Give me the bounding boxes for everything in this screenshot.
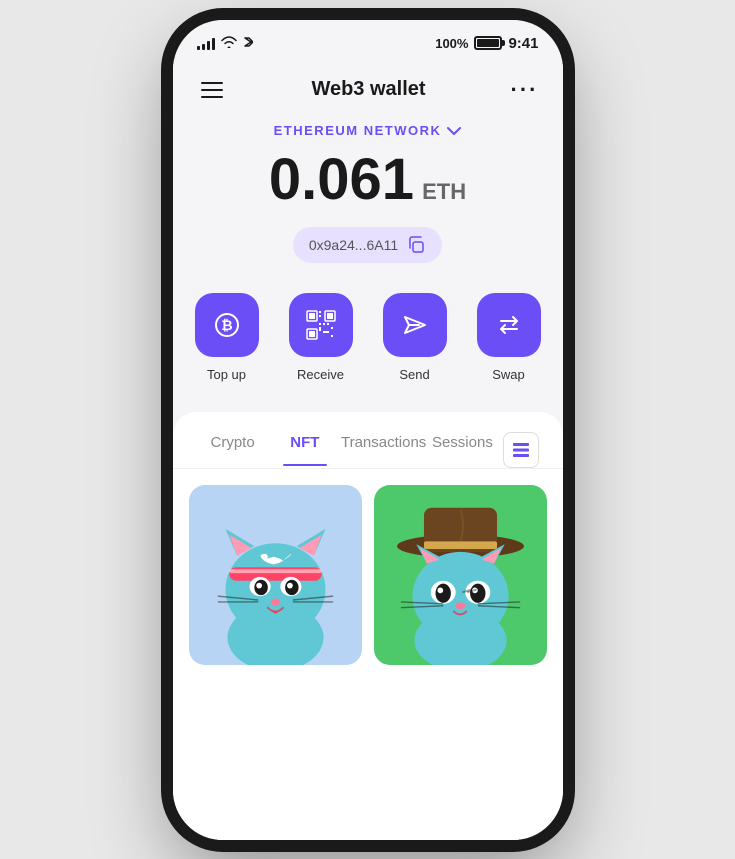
wifi-icon — [221, 36, 237, 51]
tab-transactions[interactable]: Transactions — [341, 434, 426, 465]
status-bar: 100% 9:41 — [173, 20, 563, 61]
battery-icon — [474, 36, 502, 50]
nft-cat-1-image — [189, 485, 362, 665]
bottom-panel: Crypto NFT Transactions Sessions — [173, 412, 563, 840]
more-button[interactable]: ··· — [511, 77, 539, 103]
wallet-address-text: 0x9a24...6A11 — [309, 237, 398, 253]
chevron-down-icon — [447, 123, 461, 139]
tab-bar: Crypto NFT Transactions Sessions — [173, 412, 563, 469]
list-icon — [512, 441, 530, 459]
wallet-address-button[interactable]: 0x9a24...6A11 — [293, 227, 442, 263]
list-view-button[interactable] — [503, 432, 539, 468]
svg-text:₿: ₿ — [221, 317, 232, 333]
topup-label: Top up — [207, 367, 246, 382]
receive-label: Receive — [297, 367, 344, 382]
status-right: 100% 9:41 — [435, 35, 538, 52]
receive-icon — [289, 293, 353, 357]
receive-button[interactable]: Receive — [289, 293, 353, 382]
nft-cat-2-image — [374, 485, 547, 665]
bluetooth-icon — [243, 34, 253, 53]
swap-button[interactable]: Swap — [477, 293, 541, 382]
send-button[interactable]: Send — [383, 293, 447, 382]
signal-icon — [197, 36, 215, 50]
copy-icon — [406, 235, 426, 255]
swap-icon — [477, 293, 541, 357]
phone-frame: 100% 9:41 Web3 wallet ··· ETHEREUM NETWO… — [173, 20, 563, 840]
balance-display: 0.061 ETH — [269, 151, 466, 209]
clock: 9:41 — [508, 35, 538, 52]
topup-button[interactable]: ₿ Top up — [195, 293, 259, 382]
balance-value: 0.061 — [269, 151, 414, 209]
page-title: Web3 wallet — [311, 78, 425, 101]
battery-percent: 100% — [435, 36, 468, 51]
nft-grid — [173, 469, 563, 840]
tab-nft[interactable]: NFT — [269, 434, 341, 465]
app-content: Web3 wallet ··· ETHEREUM NETWORK 0.061 E… — [173, 61, 563, 840]
topup-icon: ₿ — [195, 293, 259, 357]
network-label: ETHEREUM NETWORK — [274, 123, 442, 138]
send-label: Send — [399, 367, 429, 382]
action-buttons: ₿ Top up — [173, 293, 563, 412]
tab-crypto[interactable]: Crypto — [197, 434, 269, 465]
balance-section: ETHEREUM NETWORK 0.061 ETH 0x9a24...6A11 — [173, 115, 563, 293]
send-icon — [383, 293, 447, 357]
network-selector[interactable]: ETHEREUM NETWORK — [274, 123, 462, 139]
tab-sessions[interactable]: Sessions — [426, 434, 498, 465]
balance-currency: ETH — [422, 181, 466, 203]
nft-card-2[interactable] — [374, 485, 547, 665]
nft-card-1[interactable] — [189, 485, 362, 665]
menu-button[interactable] — [197, 78, 227, 102]
status-left — [197, 34, 253, 53]
swap-label: Swap — [492, 367, 525, 382]
app-header: Web3 wallet ··· — [173, 61, 563, 115]
